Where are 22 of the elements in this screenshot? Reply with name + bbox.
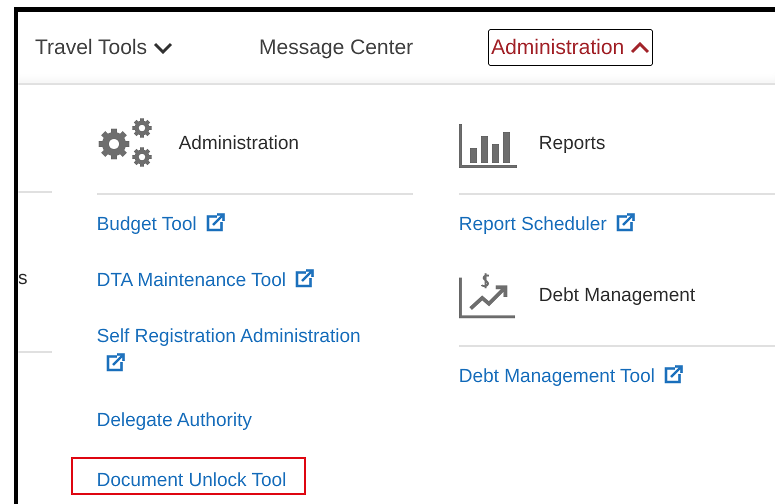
chevron-down-icon	[153, 40, 174, 54]
nav-menu-item[interactable]: Message Center	[256, 28, 416, 66]
external-link-icon	[294, 269, 314, 288]
menu-link[interactable]: Self Registration Administration	[96, 323, 382, 379]
external-link-icon	[614, 213, 635, 232]
menu-link[interactable]: Budget Tool	[96, 211, 225, 239]
section-heading: Administration	[178, 132, 299, 156]
section-heading: Reports	[538, 132, 606, 156]
external-link-icon	[662, 365, 683, 384]
menu-link[interactable]: Debt Management Tool	[458, 363, 683, 391]
menu-link[interactable]: DTA Maintenance Tool	[96, 267, 314, 295]
external-link-icon	[104, 353, 125, 372]
menu-link[interactable]: Report Scheduler	[458, 211, 635, 239]
nav-menu-item[interactable]: Travel Tools	[32, 28, 176, 66]
menu-item-text: s	[18, 268, 28, 290]
menu-link[interactable]: Document Unlock Tool	[72, 459, 304, 493]
chevron-up-icon	[630, 40, 650, 54]
external-link-icon	[204, 213, 225, 232]
section-heading: Debt Management	[538, 284, 696, 308]
menu-link[interactable]: Delegate Authority	[96, 407, 252, 435]
nav-menu-item[interactable]: Administration	[488, 28, 654, 66]
money-trend-chart-icon	[458, 271, 517, 321]
